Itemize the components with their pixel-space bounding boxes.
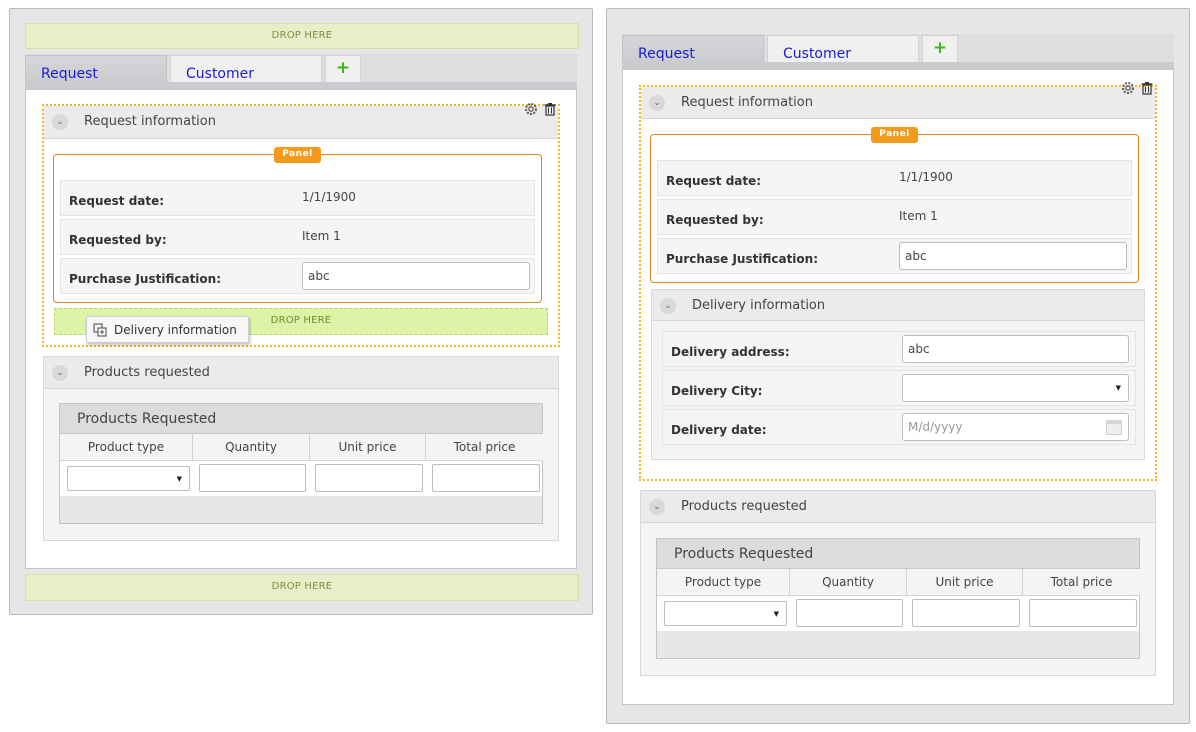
grid-title: Products Requested — [657, 539, 1139, 569]
quantity-input[interactable] — [796, 599, 903, 627]
section-header-request[interactable]: ⌄ Request information — [641, 87, 1155, 119]
field-row-request-date: Request date: 1/1/1900 — [60, 180, 535, 216]
tab-underbar — [622, 62, 1174, 69]
grid-header-cell: Product type — [657, 569, 790, 596]
grid-header-cell: Quantity — [193, 434, 310, 461]
plus-icon: + — [335, 58, 351, 78]
grid-header-cell: Product type — [60, 434, 193, 461]
field-row-requested-by: Requested by: Item 1 — [657, 199, 1132, 235]
trash-icon[interactable] — [1140, 80, 1154, 95]
section-title: Products requested — [681, 499, 807, 514]
field-value: Item 1 — [302, 229, 341, 243]
gear-icon[interactable] — [1121, 80, 1135, 94]
grid-title: Products Requested — [60, 404, 542, 434]
section-title: Products requested — [84, 365, 210, 380]
quantity-input[interactable] — [199, 464, 306, 492]
justification-input[interactable]: abc — [899, 242, 1127, 270]
panel-tag: Panel — [274, 147, 321, 163]
total-price-input[interactable] — [1029, 599, 1137, 627]
section-title: Delivery information — [692, 298, 826, 313]
section-header-products[interactable]: ⌄ Products requested — [641, 491, 1155, 523]
field-label: Purchase Justification: — [666, 252, 819, 266]
dropdown-arrow-icon: ▼ — [1115, 384, 1121, 392]
field-label: Requested by: — [666, 213, 764, 227]
tab-underbar — [25, 82, 577, 89]
grid-row: ▼ — [657, 596, 1139, 631]
grid-header-cell: Quantity — [790, 569, 907, 596]
grid-header-cell: Total price — [426, 434, 543, 461]
date-placeholder: M/d/yyyy — [908, 420, 963, 434]
delivery-address-input[interactable]: abc — [902, 335, 1129, 363]
field-label: Requested by: — [69, 233, 167, 247]
chevron-down-icon[interactable]: ⌄ — [649, 499, 665, 515]
chevron-down-icon[interactable]: ⌄ — [52, 114, 68, 130]
field-label: Request date: — [69, 194, 165, 208]
add-tab-button[interactable]: + — [325, 55, 361, 82]
field-row-requested-by: Requested by: Item 1 — [60, 219, 535, 255]
chevron-down-icon[interactable]: ⌄ — [52, 365, 68, 381]
chevron-down-icon[interactable]: ⌄ — [649, 95, 665, 111]
drop-zone-top[interactable]: DROP HERE — [25, 23, 579, 49]
section-title: Request information — [681, 95, 813, 110]
field-label: Purchase Justification: — [69, 272, 222, 286]
products-grid: Products Requested Product type Quantity… — [59, 403, 543, 524]
section-title: Request information — [84, 114, 216, 129]
trash-icon[interactable] — [543, 101, 557, 116]
section-header-delivery[interactable]: ⌄ Delivery information — [652, 290, 1144, 321]
delivery-city-select[interactable]: ▼ — [902, 374, 1129, 402]
add-tab-button[interactable]: + — [922, 35, 958, 62]
delivery-date-input[interactable]: M/d/yyyy — [902, 413, 1129, 441]
unit-price-input[interactable] — [315, 464, 423, 492]
grid-row: ▼ — [60, 461, 542, 496]
field-value: Item 1 — [899, 209, 938, 223]
product-type-select[interactable]: ▼ — [67, 466, 190, 491]
grid-header-cell: Unit price — [310, 434, 426, 461]
products-grid: Products Requested Product type Quantity… — [656, 538, 1140, 659]
calendar-icon[interactable] — [1106, 420, 1122, 435]
tooltip-label: Delivery information — [114, 323, 237, 337]
panel-tag: Panel — [871, 127, 918, 143]
grid-header-cell: Total price — [1023, 569, 1140, 596]
grid-header-cell: Unit price — [907, 569, 1023, 596]
chevron-down-icon[interactable]: ⌄ — [660, 298, 676, 314]
section-header-products[interactable]: ⌄ Products requested — [44, 357, 558, 389]
section-header-request[interactable]: ⌄ Request information — [44, 106, 558, 139]
product-type-select[interactable]: ▼ — [664, 601, 787, 626]
gear-icon[interactable] — [524, 101, 538, 115]
dropdown-arrow-icon: ▼ — [773, 610, 779, 618]
dropdown-arrow-icon: ▼ — [176, 475, 182, 483]
field-value: 1/1/1900 — [302, 190, 356, 204]
field-row-request-date: Request date: 1/1/1900 — [657, 160, 1132, 196]
drag-copy-icon — [93, 321, 107, 337]
field-label: Delivery date: — [671, 423, 767, 437]
field-label: Request date: — [666, 174, 762, 188]
drag-ghost-tooltip: Delivery information — [86, 316, 249, 343]
drop-zone-bottom[interactable]: DROP HERE — [25, 574, 579, 601]
field-label: Delivery City: — [671, 384, 763, 398]
plus-icon: + — [932, 38, 948, 58]
field-label: Delivery address: — [671, 345, 790, 359]
unit-price-input[interactable] — [912, 599, 1020, 627]
field-value: 1/1/1900 — [899, 170, 953, 184]
justification-input[interactable]: abc — [302, 262, 530, 290]
total-price-input[interactable] — [432, 464, 540, 492]
